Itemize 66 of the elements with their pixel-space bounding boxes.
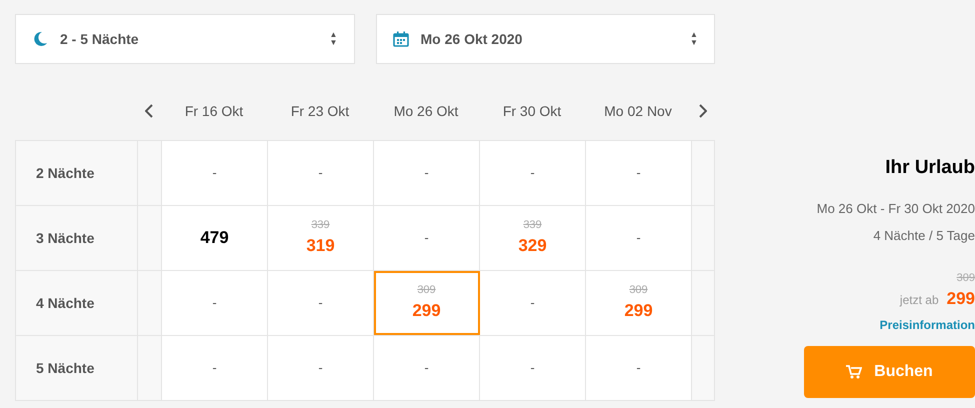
chevron-right-icon[interactable] xyxy=(699,104,707,118)
select-field[interactable]: 2 - 5 Nächte ▲▼ xyxy=(15,14,354,64)
select-field[interactable]: Mo 26 Okt 2020 ▲▼ xyxy=(376,14,715,64)
price: 299 xyxy=(412,300,441,322)
trip-duration: 4 Nächte / 5 Tage xyxy=(873,227,975,245)
chevron-left-icon[interactable] xyxy=(145,104,153,118)
no-price-dash: - xyxy=(318,294,323,312)
no-price-dash: - xyxy=(212,359,217,378)
table-cell[interactable]: - xyxy=(480,141,586,205)
no-price-dash: - xyxy=(212,294,217,312)
no-price-dash: - xyxy=(636,229,641,248)
table-cell[interactable]: - xyxy=(162,271,268,335)
old-price: 309 xyxy=(956,270,975,286)
table-cell[interactable]: - xyxy=(162,141,268,205)
old-price: 309 xyxy=(417,284,436,296)
table-cell[interactable]: - xyxy=(268,271,374,335)
table-cell[interactable]: - xyxy=(480,271,586,335)
date-column-header: Mo 26 Okt xyxy=(392,102,460,120)
table-cell[interactable]: - xyxy=(586,336,692,400)
cart-icon xyxy=(846,364,862,378)
table-cell[interactable]: - xyxy=(268,336,374,400)
no-price-dash: - xyxy=(636,359,641,378)
no-price-dash: - xyxy=(530,294,535,312)
no-price-dash: - xyxy=(424,229,429,248)
no-price-dash: - xyxy=(530,359,535,378)
no-price-dash: - xyxy=(318,359,323,378)
select-value: 2 - 5 Nächte xyxy=(60,30,140,48)
table-cell[interactable]: - xyxy=(586,206,692,270)
row-label: 4 Nächte xyxy=(16,271,138,335)
moon-icon xyxy=(32,31,48,47)
price: 299 xyxy=(624,300,653,322)
row-label: 3 Nächte xyxy=(16,206,138,270)
no-price-dash: - xyxy=(530,164,535,182)
table-cell[interactable]: - xyxy=(162,336,268,400)
price: 479 xyxy=(200,227,229,249)
price: 319 xyxy=(306,234,335,256)
table-cell[interactable]: - xyxy=(586,141,692,205)
no-price-dash: - xyxy=(424,164,429,182)
summary-title: Ihr Urlaub xyxy=(885,156,975,180)
date-column-header: Fr 23 Okt xyxy=(290,102,350,120)
price-prefix: jetzt ab xyxy=(900,292,939,309)
date-column-header: Mo 02 Nov xyxy=(603,102,673,120)
table-cell[interactable]: - xyxy=(374,141,480,205)
no-price-dash: - xyxy=(318,164,323,182)
no-price-dash: - xyxy=(636,164,641,182)
old-price: 309 xyxy=(629,284,648,296)
table-cell[interactable]: - xyxy=(268,141,374,205)
no-price-dash: - xyxy=(424,359,429,378)
sort-arrows: ▲▼ xyxy=(330,31,338,47)
sort-arrows: ▲▼ xyxy=(690,31,698,47)
total-price: 299 xyxy=(946,288,975,310)
select-value: Mo 26 Okt 2020 xyxy=(420,30,524,48)
old-price: 339 xyxy=(523,220,542,231)
date-column-header: Fr 30 Okt xyxy=(502,102,562,120)
table-cell[interactable]: - xyxy=(374,206,480,270)
table-cell[interactable]: - xyxy=(480,336,586,400)
date-column-header: Fr 16 Okt xyxy=(184,102,244,120)
row-label: 5 Nächte xyxy=(16,336,138,400)
old-price: 339 xyxy=(311,220,330,231)
table-cell[interactable]: 479 xyxy=(162,206,268,270)
calendar-icon xyxy=(392,31,408,47)
price: 329 xyxy=(518,234,547,256)
trip-dates: Mo 26 Okt - Fr 30 Okt 2020 xyxy=(816,200,975,218)
row-label: 2 Nächte xyxy=(16,141,138,205)
no-price-dash: - xyxy=(212,164,217,182)
table-cell[interactable]: - xyxy=(374,336,480,400)
